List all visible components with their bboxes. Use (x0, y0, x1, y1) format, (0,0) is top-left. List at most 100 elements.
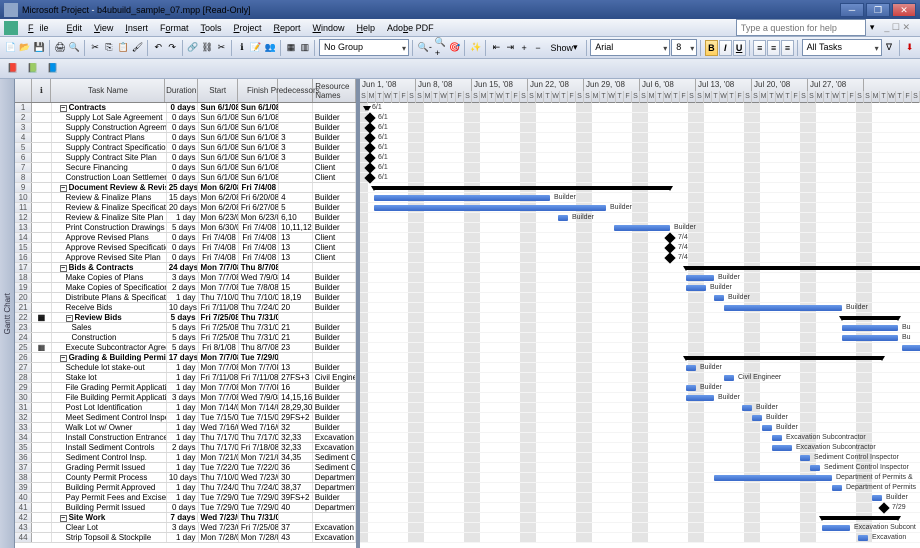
gantt-row[interactable]: Excavation Subcontractor (360, 443, 920, 453)
col-duration[interactable]: Duration (165, 79, 198, 102)
col-predecessors[interactable]: Predecessors (278, 79, 313, 102)
gantt-row[interactable]: Builder (360, 393, 920, 403)
task-grid[interactable]: ℹ Task Name Duration Start Finish Predec… (15, 79, 360, 548)
table-row[interactable]: 34Install Construction Entrance1 dayThu … (15, 433, 356, 443)
gantt-row[interactable]: Builder (360, 193, 920, 203)
timescale[interactable]: Jun 1, '08Jun 8, '08Jun 15, '08Jun 22, '… (360, 79, 920, 103)
table-row[interactable]: 30File Building Permit Application3 days… (15, 393, 356, 403)
gantt-row[interactable]: 6/1 (360, 173, 920, 183)
preview-icon[interactable]: 🔍 (68, 39, 81, 57)
gantt-row[interactable]: Bu (360, 333, 920, 343)
task-bar[interactable] (686, 275, 714, 281)
task-bar[interactable] (872, 495, 882, 501)
table-row[interactable]: 6Supply Contract Site Plan0 daysSun 6/1/… (15, 153, 356, 163)
summary-bar[interactable] (374, 186, 670, 190)
task-bar[interactable] (724, 305, 842, 311)
italic-button[interactable]: I (719, 40, 732, 56)
task-bar[interactable] (842, 335, 898, 341)
redo-icon[interactable]: ↷ (166, 39, 179, 57)
zoom-out-icon[interactable]: 🔍- (417, 39, 433, 57)
minimize-button[interactable]: ─ (840, 3, 864, 17)
table-row[interactable]: 20Distribute Plans & Specifications1 day… (15, 293, 356, 303)
gantt-row[interactable]: 7/4 (360, 233, 920, 243)
table-row[interactable]: 18Make Copies of Plans3 daysMon 7/7/08We… (15, 273, 356, 283)
gantt-row[interactable] (360, 263, 920, 273)
gantt-row[interactable]: Department of Permits & (360, 473, 920, 483)
menu-help[interactable]: Help (351, 21, 382, 35)
gantt-row[interactable]: 7/4 (360, 243, 920, 253)
gantt-row[interactable]: Sediment Control Inspector (360, 463, 920, 473)
milestone[interactable] (664, 252, 675, 263)
task-bar[interactable] (374, 205, 606, 211)
unlink-icon[interactable]: ⛓ (201, 39, 214, 57)
ungroup-icon[interactable]: ▥ (298, 39, 311, 57)
gantt-row[interactable]: Builder (360, 293, 920, 303)
paste-icon[interactable]: 📋 (116, 39, 129, 57)
table-row[interactable]: 22▦−Review Bids5 daysFri 7/25/08Thu 7/31… (15, 313, 356, 323)
copy-icon[interactable]: ⎘ (103, 39, 116, 57)
table-row[interactable]: 43Clear Lot3 daysWed 7/23/08Fri 7/25/083… (15, 523, 356, 533)
table-row[interactable]: 14Approve Revised Plans0 daysFri 7/4/08F… (15, 233, 356, 243)
task-bar[interactable] (858, 535, 868, 541)
align-left-button[interactable]: ≡ (753, 40, 766, 56)
gantt-row[interactable]: Builder (360, 303, 920, 313)
maximize-button[interactable]: ❐ (866, 3, 890, 17)
table-row[interactable]: 2Supply Lot Sale Agreement0 daysSun 6/1/… (15, 113, 356, 123)
wizard-icon[interactable]: ✨ (469, 39, 482, 57)
gantt-row[interactable]: Builder (360, 413, 920, 423)
goto-icon[interactable]: 🎯 (448, 39, 461, 57)
pdf-icon[interactable]: ⬇ (903, 39, 916, 57)
gantt-row[interactable]: Excavation Subcontractor (360, 433, 920, 443)
task-bar[interactable] (714, 475, 832, 481)
help-search[interactable] (736, 19, 866, 36)
table-row[interactable]: 11Review & Finalize Specifications20 day… (15, 203, 356, 213)
task-bar[interactable] (752, 415, 762, 421)
gantt-row[interactable]: Civil Engineer (360, 373, 920, 383)
summary-bar[interactable] (366, 106, 368, 110)
split-icon[interactable]: ✂ (215, 39, 228, 57)
gantt-row[interactable]: Bu (360, 323, 920, 333)
gantt-row[interactable]: Builder (360, 283, 920, 293)
table-row[interactable]: 28Stake lot1 dayFri 7/11/08Fri 7/11/0827… (15, 373, 356, 383)
new-icon[interactable]: 📄 (4, 39, 17, 57)
table-row[interactable]: 40Pay Permit Fees and Excise Taxes1 dayT… (15, 493, 356, 503)
menu-tools[interactable]: Tools (194, 21, 227, 35)
autofilter-icon[interactable]: ∇ (883, 39, 896, 57)
task-bar[interactable] (762, 425, 772, 431)
size-select[interactable]: 8 (671, 39, 697, 56)
menu-file[interactable]: File (22, 21, 61, 35)
show-minus-icon[interactable]: − (532, 39, 545, 57)
table-row[interactable]: 32Meet Sediment Control Inspector1 dayTu… (15, 413, 356, 423)
notes-icon[interactable]: 📝 (249, 39, 262, 57)
group-select[interactable]: No Group (319, 39, 409, 56)
gantt-row[interactable]: Excavation Subcont (360, 523, 920, 533)
gantt-row[interactable]: 6/1 (360, 103, 920, 113)
summary-bar[interactable] (686, 266, 920, 270)
gantt-row[interactable]: 6/1 (360, 133, 920, 143)
gantt-row[interactable]: Builder (360, 403, 920, 413)
gantt-row[interactable] (360, 183, 920, 193)
table-row[interactable]: 27Schedule lot stake-out1 dayMon 7/7/08M… (15, 363, 356, 373)
gantt-row[interactable]: 7/4 (360, 253, 920, 263)
gantt-row[interactable]: 6/1 (360, 123, 920, 133)
table-row[interactable]: 41Building Permit Issued0 daysTue 7/29/0… (15, 503, 356, 513)
table-row[interactable]: 33Walk Lot w/ Owner1 dayWed 7/16/08Wed 7… (15, 423, 356, 433)
task-bar[interactable] (686, 285, 706, 291)
table-row[interactable]: 31Post Lot Identification1 dayMon 7/14/0… (15, 403, 356, 413)
table-row[interactable]: 42−Site Work7 daysWed 7/23/08Thu 7/31/08 (15, 513, 356, 523)
table-row[interactable]: 38County Permit Process10 daysThu 7/10/0… (15, 473, 356, 483)
pdf-export-icon[interactable]: 📕 (4, 60, 22, 78)
row-header[interactable] (15, 79, 32, 102)
close-button[interactable]: ✕ (892, 3, 916, 17)
pdf-send-icon[interactable]: 📘 (44, 60, 62, 78)
font-select[interactable]: Arial (590, 39, 670, 56)
align-center-button[interactable]: ≡ (767, 40, 780, 56)
gantt-row[interactable] (360, 513, 920, 523)
table-row[interactable]: 4Supply Contract Plans0 daysSun 6/1/08Su… (15, 133, 356, 143)
align-right-button[interactable]: ≡ (781, 40, 794, 56)
gantt-row[interactable]: 6/1 (360, 143, 920, 153)
table-row[interactable]: 29File Grading Permit Application1 dayMo… (15, 383, 356, 393)
gantt-row[interactable] (360, 343, 920, 353)
open-icon[interactable]: 📂 (18, 39, 31, 57)
outdent-icon[interactable]: ⇤ (490, 39, 503, 57)
